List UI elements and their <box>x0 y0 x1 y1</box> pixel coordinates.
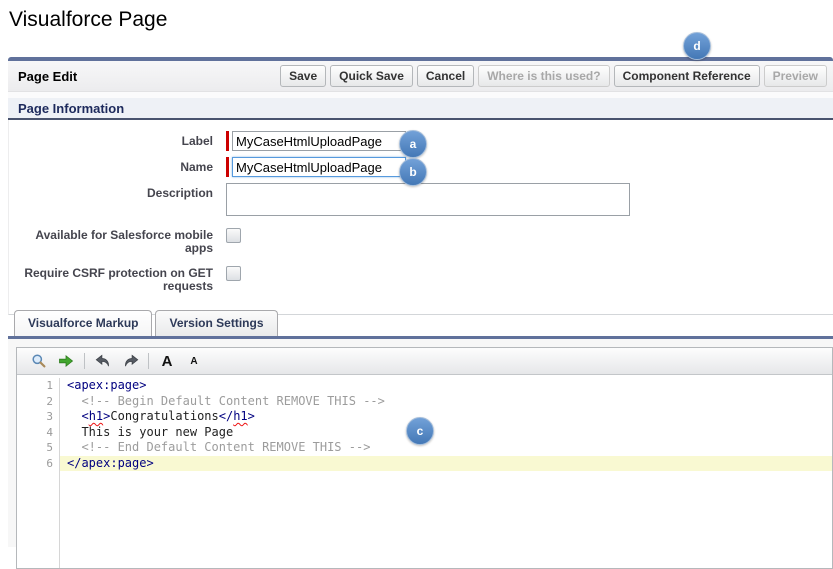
code-editor: A A 1 <apex:page> 2 <!-- Begin Default C… <box>16 347 833 569</box>
csrf-row: Require CSRF protection on GET requests <box>9 263 833 293</box>
code-gutter-filler <box>17 471 832 568</box>
line-number: 5 <box>17 440 60 456</box>
go-to-line-icon[interactable] <box>57 352 75 370</box>
font-size-decrease-icon[interactable]: A <box>185 352 203 370</box>
line-number: 3 <box>17 409 60 425</box>
mobile-apps-row: Available for Salesforce mobile apps <box>9 225 833 255</box>
annotation-marker-d: d <box>683 32 711 60</box>
line-number: 1 <box>17 378 60 394</box>
label-field-label: Label <box>9 131 213 151</box>
quick-save-button[interactable]: Quick Save <box>330 65 413 87</box>
where-is-this-used-button: Where is this used? <box>478 65 609 87</box>
annotation-marker-a: a <box>399 130 427 158</box>
page-title: Visualforce Page <box>9 8 167 32</box>
page-information-title: Page Information <box>18 101 124 116</box>
line-number: 2 <box>17 394 60 410</box>
code-line-6-highlighted: 6 </apex:page> <box>17 456 832 472</box>
toolbar-separator <box>84 353 85 369</box>
tab-version-settings[interactable]: Version Settings <box>155 310 277 336</box>
search-icon[interactable] <box>30 352 48 370</box>
save-button[interactable]: Save <box>280 65 326 87</box>
description-field-label: Description <box>9 183 213 216</box>
annotation-marker-c: c <box>406 417 434 445</box>
component-reference-button[interactable]: Component Reference <box>614 65 760 87</box>
mobile-apps-checkbox[interactable] <box>226 228 241 243</box>
description-row: Description <box>9 183 833 216</box>
button-toolbar: Save Quick Save Cancel Where is this use… <box>280 65 827 87</box>
tab-bar: Visualforce Markup Version Settings <box>8 310 833 336</box>
page-edit-section: Page Edit Save Quick Save Cancel Where i… <box>8 57 833 315</box>
code-line-2: 2 <!-- Begin Default Content REMOVE THIS… <box>17 394 832 410</box>
csrf-label: Require CSRF protection on GET requests <box>9 263 213 293</box>
page-edit-title: Page Edit <box>18 69 77 84</box>
mobile-apps-label: Available for Salesforce mobile apps <box>9 225 213 255</box>
preview-button: Preview <box>764 65 827 87</box>
cancel-button[interactable]: Cancel <box>417 65 474 87</box>
font-size-increase-icon[interactable]: A <box>158 352 176 370</box>
label-input[interactable] <box>232 131 406 151</box>
name-input[interactable] <box>232 157 406 177</box>
toolbar-separator <box>148 353 149 369</box>
page-information-header: Page Information <box>8 98 833 120</box>
csrf-checkbox[interactable] <box>226 266 241 281</box>
code-area[interactable]: 1 <apex:page> 2 <!-- Begin Default Conte… <box>17 375 832 568</box>
code-line-1: 1 <apex:page> <box>17 378 832 394</box>
tab-visualforce-markup[interactable]: Visualforce Markup <box>14 310 152 336</box>
line-number: 6 <box>17 456 60 472</box>
required-indicator <box>226 157 229 177</box>
required-indicator <box>226 131 229 151</box>
page-edit-header: Page Edit Save Quick Save Cancel Where i… <box>8 61 833 92</box>
description-textarea[interactable] <box>226 183 630 216</box>
line-number: 4 <box>17 425 60 441</box>
name-field-label: Name <box>9 157 213 177</box>
redo-icon[interactable] <box>121 352 139 370</box>
undo-icon[interactable] <box>94 352 112 370</box>
editor-toolbar: A A <box>17 348 832 375</box>
annotation-marker-b: b <box>399 158 427 186</box>
